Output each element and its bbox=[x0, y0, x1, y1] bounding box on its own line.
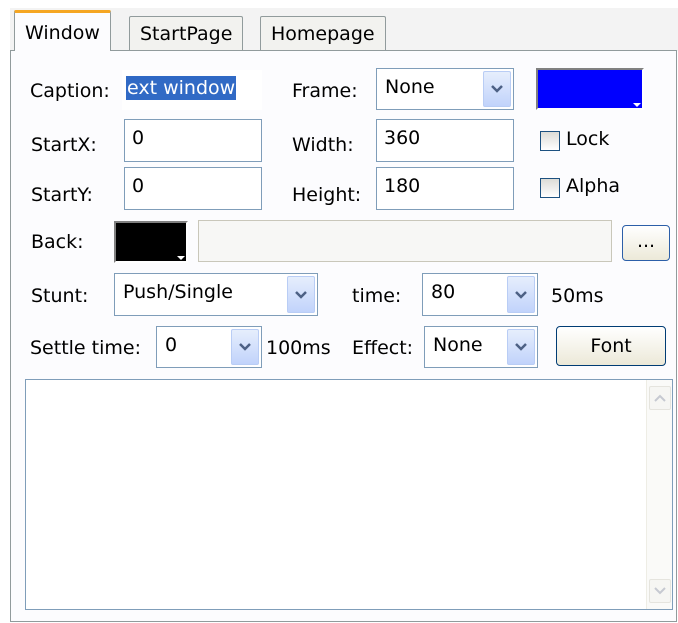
scroll-up-icon[interactable] bbox=[649, 386, 671, 410]
caption-field[interactable]: ext window bbox=[122, 70, 262, 110]
starty-value: 0 bbox=[132, 175, 145, 197]
dropdown-arrow-icon bbox=[633, 103, 641, 107]
time-unit-label: 50ms bbox=[551, 285, 604, 307]
width-label: Width: bbox=[292, 134, 354, 156]
alpha-label: Alpha bbox=[566, 175, 621, 197]
chevron-down-icon[interactable] bbox=[483, 71, 511, 107]
frame-select-value: None bbox=[385, 76, 435, 98]
width-value: 360 bbox=[384, 127, 421, 149]
tab-window[interactable]: Window bbox=[14, 10, 111, 51]
height-value: 180 bbox=[384, 175, 421, 197]
back-color-picker[interactable] bbox=[114, 221, 188, 263]
time-select-value: 80 bbox=[431, 281, 456, 303]
height-field[interactable]: 180 bbox=[376, 167, 514, 210]
height-label: Height: bbox=[292, 184, 362, 206]
starty-label: StartY: bbox=[31, 184, 93, 206]
dropdown-arrow-icon bbox=[177, 256, 185, 260]
startx-field[interactable]: 0 bbox=[124, 119, 262, 162]
starty-field[interactable]: 0 bbox=[124, 167, 262, 210]
effect-label: Effect: bbox=[352, 337, 414, 359]
time-select[interactable]: 80 bbox=[422, 273, 538, 316]
chevron-down-icon[interactable] bbox=[287, 276, 315, 313]
browse-button[interactable]: ... bbox=[622, 225, 670, 261]
tab-startpage[interactable]: StartPage bbox=[129, 16, 244, 50]
caption-selected-text: ext window bbox=[126, 76, 237, 100]
stunt-label: Stunt: bbox=[31, 285, 89, 307]
width-field[interactable]: 360 bbox=[376, 119, 514, 162]
settle-time-label: Settle time: bbox=[30, 337, 141, 359]
frame-label: Frame: bbox=[292, 80, 358, 102]
back-label: Back: bbox=[31, 231, 84, 253]
chevron-down-icon[interactable] bbox=[507, 276, 535, 313]
stunt-select[interactable]: Push/Single bbox=[114, 273, 318, 316]
effect-select[interactable]: None bbox=[424, 326, 538, 368]
chevron-down-icon[interactable] bbox=[231, 329, 259, 365]
scroll-down-icon[interactable] bbox=[649, 579, 671, 603]
startx-label: StartX: bbox=[31, 134, 97, 156]
settle-time-select[interactable]: 0 bbox=[156, 326, 262, 368]
font-button[interactable]: Font bbox=[556, 326, 666, 366]
effect-select-value: None bbox=[433, 334, 483, 356]
settle-time-unit-label: 100ms bbox=[266, 337, 331, 359]
stunt-select-value: Push/Single bbox=[123, 281, 233, 303]
frame-color-picker[interactable] bbox=[536, 68, 644, 110]
tab-homepage[interactable]: Homepage bbox=[260, 16, 386, 50]
text-memo[interactable] bbox=[25, 379, 673, 610]
settle-time-value: 0 bbox=[165, 334, 178, 356]
startx-value: 0 bbox=[132, 127, 145, 149]
caption-label: Caption: bbox=[30, 80, 110, 102]
time-label: time: bbox=[352, 285, 402, 307]
back-image-path-field[interactable] bbox=[198, 220, 612, 262]
memo-scrollbar[interactable] bbox=[646, 380, 672, 609]
lock-checkbox[interactable] bbox=[540, 131, 560, 151]
alpha-checkbox[interactable] bbox=[540, 178, 560, 198]
chevron-down-icon[interactable] bbox=[507, 329, 535, 365]
frame-select[interactable]: None bbox=[376, 68, 514, 110]
lock-label: Lock bbox=[566, 128, 610, 150]
